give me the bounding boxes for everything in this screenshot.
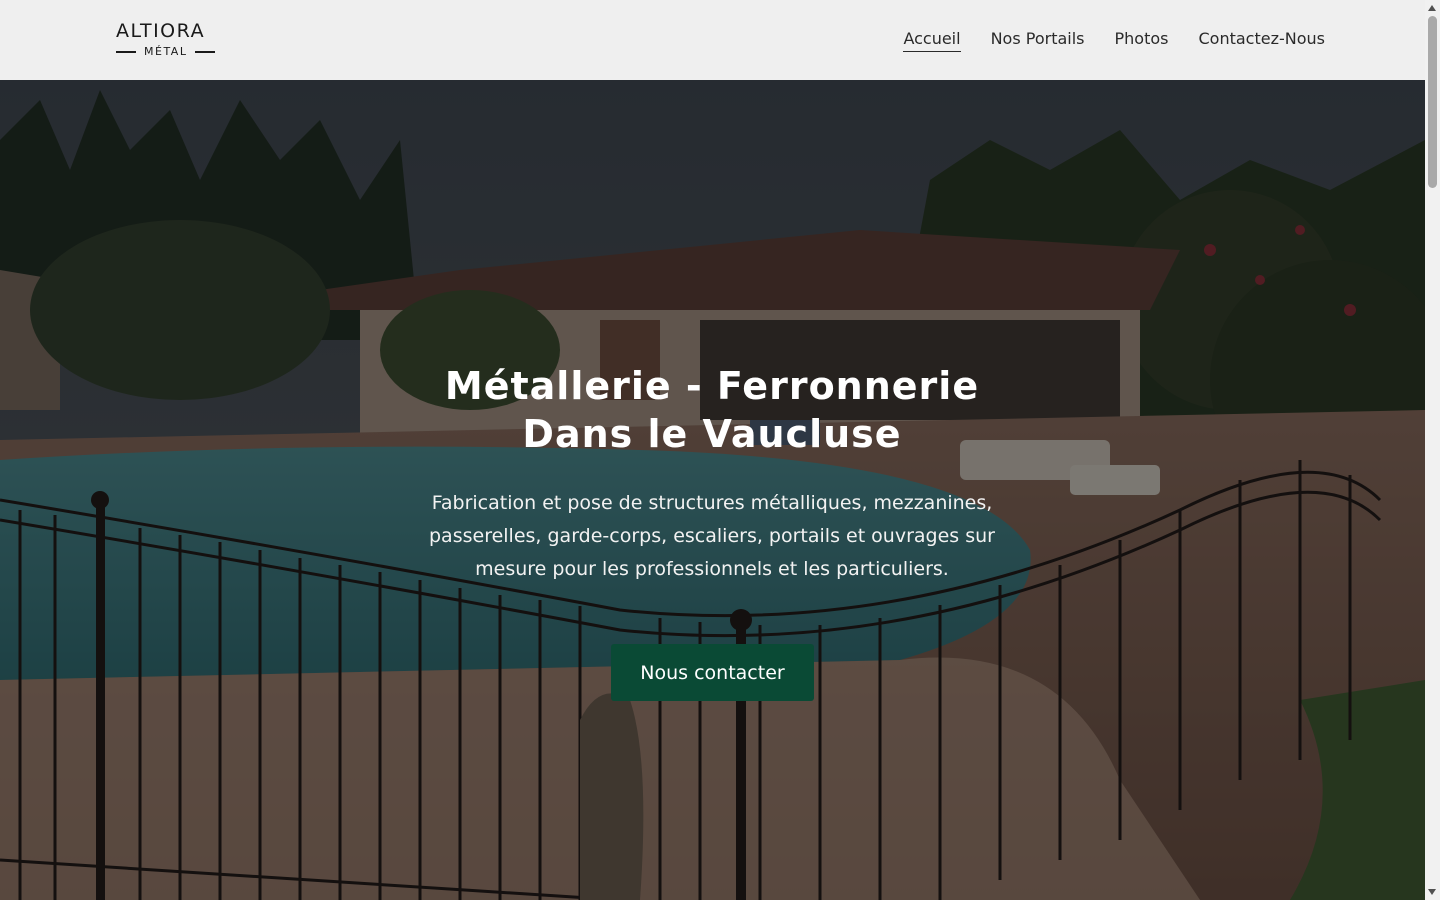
nav-link-accueil[interactable]: Accueil (903, 29, 961, 52)
hero-section: Métallerie - Ferronnerie Dans le Vauclus… (0, 80, 1425, 900)
logo-sub-text: MÉTAL (144, 45, 188, 58)
scroll-down-arrow-icon[interactable] (1428, 889, 1436, 895)
hero-title: Métallerie - Ferronnerie Dans le Vauclus… (312, 362, 1112, 458)
logo[interactable]: ALTIORA MÉTAL (116, 21, 220, 61)
site-header: ALTIORA MÉTAL Accueil Nos Portails Photo… (0, 0, 1425, 80)
hero-title-line-2: Dans le Vaucluse (522, 412, 902, 456)
main-nav: Accueil Nos Portails Photos Contactez-No… (903, 29, 1325, 52)
logo-left-line (116, 51, 136, 53)
nav-link-photos[interactable]: Photos (1115, 29, 1169, 52)
scroll-up-arrow-icon[interactable] (1428, 5, 1436, 11)
nav-link-contactez-nous[interactable]: Contactez-Nous (1199, 29, 1326, 52)
scrollbar-thumb[interactable] (1428, 16, 1437, 188)
contact-button[interactable]: Nous contacter (611, 644, 814, 701)
hero-description: Fabrication et pose de structures métall… (429, 492, 995, 580)
logo-right-line (195, 51, 216, 53)
nav-link-nos-portails[interactable]: Nos Portails (991, 29, 1085, 52)
vertical-scrollbar[interactable] (1425, 0, 1440, 900)
logo-main-text: ALTIORA (116, 20, 206, 42)
hero-title-line-1: Métallerie - Ferronnerie (444, 364, 980, 408)
logo-sub-row: MÉTAL (116, 46, 220, 58)
